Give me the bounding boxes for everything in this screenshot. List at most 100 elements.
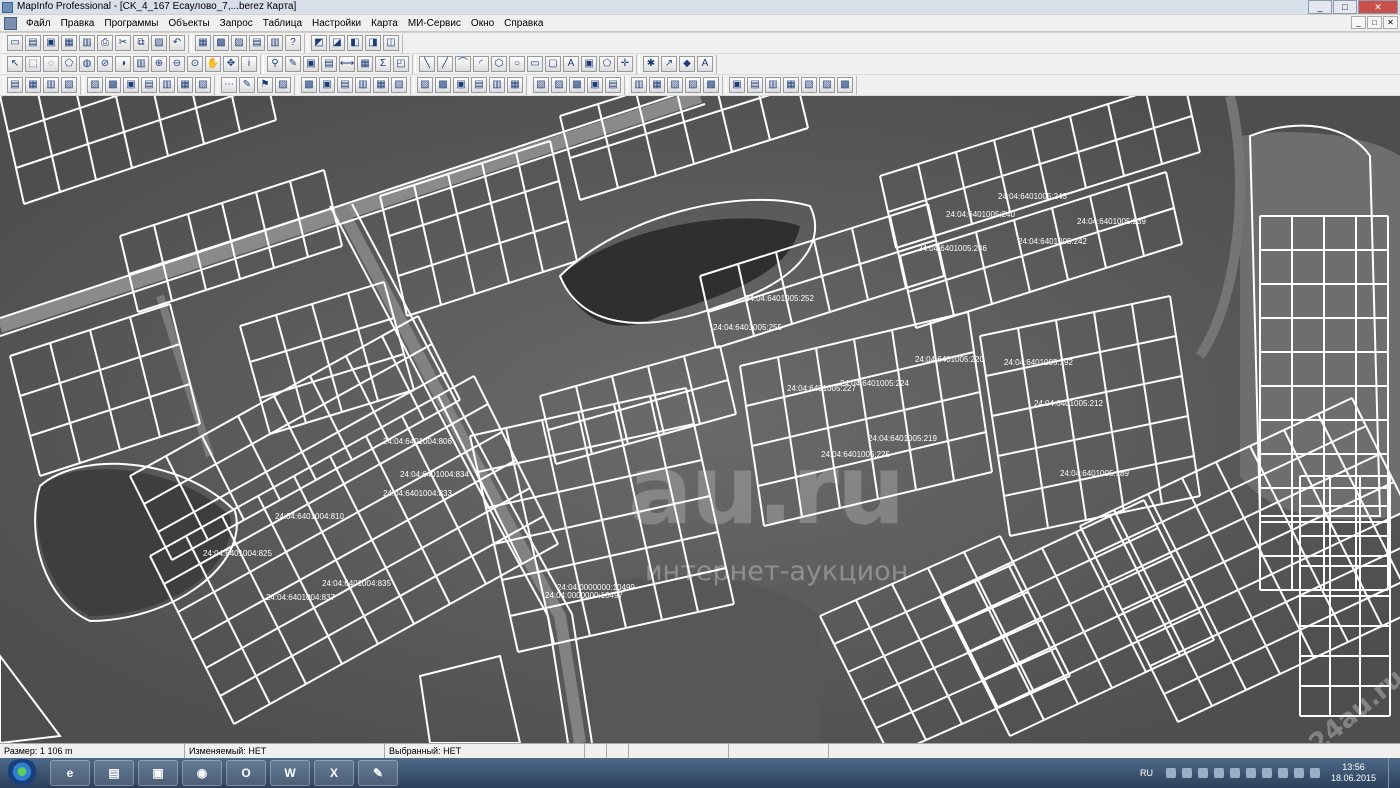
explorer-task[interactable]: ▤ [94, 760, 134, 786]
save-copy-button[interactable]: ▦ [61, 35, 77, 51]
tool-29[interactable]: ▨ [551, 77, 567, 93]
tray-app-icon[interactable] [1213, 768, 1224, 778]
tool-14[interactable]: ⚑ [257, 77, 273, 93]
new-map-button[interactable]: ▩ [213, 35, 229, 51]
tool-05[interactable]: ▨ [87, 77, 103, 93]
tool-10[interactable]: ▦ [177, 77, 193, 93]
cut-button[interactable]: ✂ [115, 35, 131, 51]
polyline-tool[interactable]: ⌒ [455, 56, 471, 72]
layer-control-button[interactable]: ▤ [321, 56, 337, 72]
polygon-select-tool[interactable]: ⬠ [61, 56, 77, 72]
tool-30[interactable]: ▩ [569, 77, 585, 93]
help-button[interactable]: ? [285, 35, 301, 51]
word-task[interactable]: W [270, 760, 310, 786]
menu-mi-service[interactable]: МИ-Сервис [403, 15, 466, 32]
tool-03[interactable]: ▥ [43, 77, 59, 93]
ellipse-tool[interactable]: ○ [509, 56, 525, 72]
tool-18[interactable]: ▤ [337, 77, 353, 93]
tool-04[interactable]: ▧ [61, 77, 77, 93]
reshape-tool[interactable]: ⬠ [599, 56, 615, 72]
tool-20[interactable]: ▦ [373, 77, 389, 93]
tool-13[interactable]: ✎ [239, 77, 255, 93]
tool-37[interactable]: ▩ [703, 77, 719, 93]
menu-file[interactable]: Файл [21, 15, 56, 32]
tool-35[interactable]: ▧ [667, 77, 683, 93]
change-view-tool[interactable]: ⊙ [187, 56, 203, 72]
tool-22[interactable]: ▨ [417, 77, 433, 93]
document-window-icon[interactable] [4, 16, 17, 30]
print-preview-button[interactable]: ▥ [79, 35, 95, 51]
paste-button[interactable]: ▧ [151, 35, 167, 51]
mdi-restore-button[interactable]: □ [1367, 16, 1382, 29]
menu-window[interactable]: Окно [466, 15, 499, 32]
tool-25[interactable]: ▤ [471, 77, 487, 93]
region-style-button[interactable]: ◆ [679, 56, 695, 72]
tool-26[interactable]: ▥ [489, 77, 505, 93]
close-button[interactable]: ✕ [1358, 0, 1398, 14]
center-tool[interactable]: ✥ [223, 56, 239, 72]
menu-programs[interactable]: Программы [99, 15, 163, 32]
zoom-in-tool[interactable]: ⊕ [151, 56, 167, 72]
grabber-tool[interactable]: ✋ [205, 56, 221, 72]
tool-c-button[interactable]: ◧ [347, 35, 363, 51]
zoom-out-tool[interactable]: ⊖ [169, 56, 185, 72]
line-style-button[interactable]: ↗ [661, 56, 677, 72]
tool-12[interactable]: ⋯ [221, 77, 237, 93]
tool-d-button[interactable]: ◨ [365, 35, 381, 51]
symbol-tool[interactable]: ╲ [419, 56, 435, 72]
language-indicator[interactable]: RU [1140, 768, 1153, 778]
new-redistrict-button[interactable]: ▥ [267, 35, 283, 51]
rectangle-tool[interactable]: ▭ [527, 56, 543, 72]
tool-39[interactable]: ▤ [747, 77, 763, 93]
tool-31[interactable]: ▣ [587, 77, 603, 93]
marquee-select-tool[interactable]: ⬚ [25, 56, 41, 72]
hotlink-tool[interactable]: ⚲ [267, 56, 283, 72]
tool-23[interactable]: ▩ [435, 77, 451, 93]
maximize-button[interactable]: □ [1333, 0, 1357, 14]
tool-43[interactable]: ▨ [819, 77, 835, 93]
drag-window-tool[interactable]: ▣ [303, 56, 319, 72]
boundary-select-tool[interactable]: ◍ [79, 56, 95, 72]
menu-edit[interactable]: Правка [56, 15, 100, 32]
tool-28[interactable]: ▧ [533, 77, 549, 93]
tool-40[interactable]: ▥ [765, 77, 781, 93]
mdi-minimize-button[interactable]: _ [1351, 16, 1366, 29]
tool-27[interactable]: ▦ [507, 77, 523, 93]
menu-objects[interactable]: Объекты [163, 15, 214, 32]
unselect-all-tool[interactable]: ⊘ [97, 56, 113, 72]
menu-options[interactable]: Настройки [307, 15, 366, 32]
tool-15[interactable]: ▨ [275, 77, 291, 93]
show-legend-button[interactable]: ▦ [357, 56, 373, 72]
tool-44[interactable]: ▩ [837, 77, 853, 93]
tool-34[interactable]: ▦ [649, 77, 665, 93]
label-tool[interactable]: ✎ [285, 56, 301, 72]
open-button[interactable]: ▤ [25, 35, 41, 51]
red-app-task[interactable]: ◉ [182, 760, 222, 786]
tool-08[interactable]: ▤ [141, 77, 157, 93]
new-graph-button[interactable]: ▨ [231, 35, 247, 51]
radius-select-tool[interactable]: ◌ [43, 56, 59, 72]
start-button[interactable] [4, 759, 40, 787]
minimize-button[interactable]: _ [1308, 0, 1332, 14]
tray-app-icon[interactable] [1277, 768, 1288, 778]
tray-app-icon[interactable] [1181, 768, 1192, 778]
text-tool[interactable]: A [563, 56, 579, 72]
tool-21[interactable]: ▧ [391, 77, 407, 93]
tool-a-button[interactable]: ◩ [311, 35, 327, 51]
tool-11[interactable]: ▧ [195, 77, 211, 93]
info-tool[interactable]: i [241, 56, 257, 72]
menu-map[interactable]: Карта [366, 15, 403, 32]
graph-select-tool[interactable]: ▥ [133, 56, 149, 72]
add-node-tool[interactable]: ✛ [617, 56, 633, 72]
statistics-button[interactable]: Σ [375, 56, 391, 72]
tool-24[interactable]: ▣ [453, 77, 469, 93]
polygon-tool[interactable]: ⬡ [491, 56, 507, 72]
tool-b-button[interactable]: ◪ [329, 35, 345, 51]
menu-query[interactable]: Запрос [215, 15, 258, 32]
tool-16[interactable]: ▩ [301, 77, 317, 93]
new-button[interactable]: ▭ [7, 35, 23, 51]
line-tool[interactable]: ╱ [437, 56, 453, 72]
excel-task[interactable]: X [314, 760, 354, 786]
tool-e-button[interactable]: ◫ [383, 35, 399, 51]
text-style-button[interactable]: A [697, 56, 713, 72]
